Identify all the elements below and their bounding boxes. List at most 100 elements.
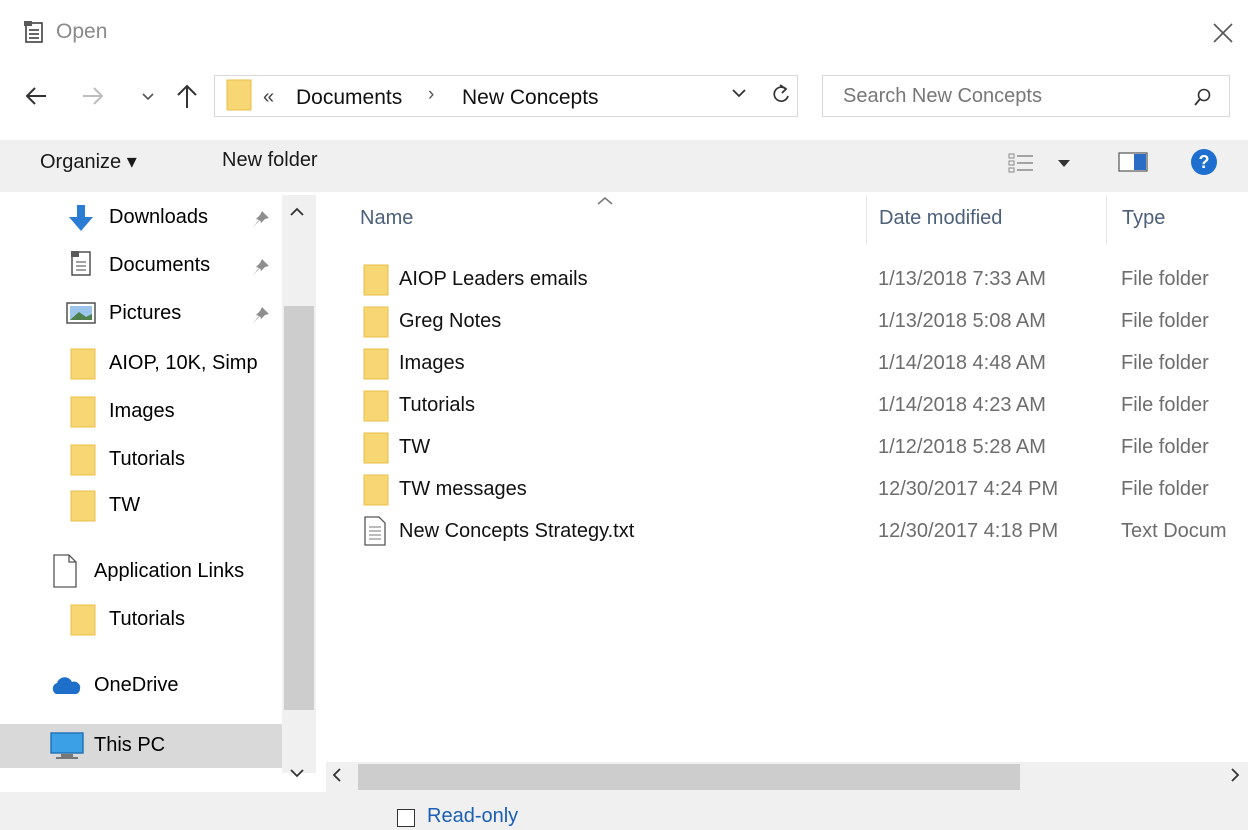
file-date-modified: 12/30/2017 4:18 PM <box>878 520 1059 542</box>
folder-icon <box>363 474 389 506</box>
folder-icon <box>363 264 389 296</box>
file-name: Images <box>399 352 465 374</box>
file-name: TW messages <box>399 478 527 500</box>
file-date-modified: 1/13/2018 5:08 AM <box>878 310 1046 332</box>
file-row[interactable]: TW 1/12/2018 5:28 AM File folder <box>355 426 1248 468</box>
file-row[interactable]: Tutorials 1/14/2018 4:23 AM File folder <box>355 384 1248 426</box>
sidebar-item-tutorials-2[interactable]: Tutorials <box>0 598 282 642</box>
sidebar-item-pictures[interactable]: Pictures <box>0 292 282 336</box>
sidebar-item-label: OneDrive <box>94 674 179 696</box>
chevron-down-icon <box>142 93 154 101</box>
search-icon[interactable] <box>1193 87 1213 107</box>
preview-pane-button[interactable] <box>1118 152 1148 172</box>
address-overflow-chevron[interactable]: « <box>263 86 274 109</box>
file-type: File folder <box>1121 352 1209 374</box>
onedrive-cloud-icon <box>50 676 82 696</box>
open-dialog-icon <box>22 20 46 44</box>
new-folder-button[interactable]: New folder <box>222 149 318 172</box>
file-type: File folder <box>1121 268 1209 290</box>
address-separator[interactable]: › <box>428 84 434 106</box>
file-date-modified: 1/14/2018 4:23 AM <box>878 394 1046 416</box>
sidebar-item-aiop-10k-simp[interactable]: AIOP, 10K, Simp <box>0 342 282 386</box>
up-arrow-icon <box>177 84 197 108</box>
sidebar-item-label: Tutorials <box>109 608 185 630</box>
sidebar-item-this-pc[interactable]: This PC <box>0 724 282 768</box>
sidebar-item-label: TW <box>109 494 141 516</box>
sidebar-item-label: Application Links <box>94 560 245 582</box>
sidebar-scroll-down-button[interactable] <box>288 766 306 780</box>
dialog-footer <box>0 792 1248 830</box>
sidebar-item-label: AIOP, 10K, Simp <box>109 352 258 374</box>
column-divider[interactable] <box>1106 196 1107 244</box>
back-button[interactable] <box>24 84 48 108</box>
close-button[interactable] <box>1208 18 1238 48</box>
chevron-down-icon <box>290 769 304 778</box>
file-name: AIOP Leaders emails <box>399 268 588 290</box>
file-row[interactable]: TW messages 12/30/2017 4:24 PM File fold… <box>355 468 1248 510</box>
read-only-label[interactable]: Read-only <box>427 805 518 828</box>
sidebar-item-label: Downloads <box>109 206 208 228</box>
refresh-icon <box>773 84 789 102</box>
up-button[interactable] <box>175 83 199 109</box>
folder-icon <box>363 390 389 422</box>
file-row[interactable]: Greg Notes 1/13/2018 5:08 AM File folder <box>355 300 1248 342</box>
file-row[interactable]: Images 1/14/2018 4:48 AM File folder <box>355 342 1248 384</box>
pin-icon[interactable] <box>252 210 270 228</box>
read-only-checkbox[interactable] <box>397 809 415 827</box>
folder-icon <box>70 604 96 636</box>
help-button[interactable]: ? <box>1190 148 1218 176</box>
file-name: Tutorials <box>399 394 475 416</box>
address-segment-documents[interactable]: Documents <box>296 86 402 110</box>
refresh-button[interactable] <box>770 82 792 106</box>
column-header-name[interactable]: Name <box>360 207 413 230</box>
sidebar-item-tw[interactable]: TW <box>0 484 282 528</box>
column-header-date-modified[interactable]: Date modified <box>879 207 1002 230</box>
file-list-scrollbar-thumb[interactable] <box>358 764 1020 790</box>
sidebar-item-images[interactable]: Images <box>0 390 282 434</box>
address-segment-new-concepts[interactable]: New Concepts <box>462 86 599 110</box>
recent-locations-button[interactable] <box>141 92 155 102</box>
preview-pane-icon <box>1118 152 1148 172</box>
sidebar-item-label: Pictures <box>109 302 182 324</box>
scroll-right-button[interactable] <box>1228 766 1242 784</box>
search-input[interactable] <box>843 84 1173 108</box>
window-title: Open <box>56 20 108 43</box>
column-header-type[interactable]: Type <box>1122 207 1165 230</box>
address-dropdown-button[interactable] <box>730 84 748 102</box>
text-file-icon <box>363 516 387 546</box>
file-type: File folder <box>1121 436 1209 458</box>
sidebar-item-label: Tutorials <box>109 448 185 470</box>
sidebar-item-onedrive[interactable]: OneDrive <box>0 664 282 708</box>
folder-icon <box>70 348 96 380</box>
sidebar-item-application-links[interactable]: Application Links <box>0 550 282 594</box>
sidebar-scroll-up-button[interactable] <box>288 205 306 219</box>
folder-icon <box>363 348 389 380</box>
folder-icon <box>363 306 389 338</box>
file-row[interactable]: New Concepts Strategy.txt 12/30/2017 4:1… <box>355 510 1248 552</box>
back-arrow-icon <box>25 87 46 105</box>
details-view-icon <box>1008 153 1070 173</box>
sidebar-item-documents[interactable]: Documents <box>0 244 282 288</box>
file-name: TW <box>399 436 431 458</box>
organize-button[interactable]: Organize ▾ <box>40 149 137 174</box>
pin-icon[interactable] <box>252 258 270 276</box>
chevron-up-icon <box>290 207 304 216</box>
search-box[interactable] <box>822 75 1230 117</box>
documents-icon <box>70 250 94 278</box>
scroll-left-button[interactable] <box>330 766 344 784</box>
forward-button[interactable] <box>82 86 104 106</box>
file-type: File folder <box>1121 394 1209 416</box>
sidebar-item-downloads[interactable]: Downloads <box>0 196 282 240</box>
file-type: Text Docum <box>1121 520 1227 542</box>
pictures-icon <box>66 302 96 324</box>
file-row[interactable]: AIOP Leaders emails 1/13/2018 7:33 AM Fi… <box>355 258 1248 300</box>
sidebar-item-tutorials[interactable]: Tutorials <box>0 438 282 482</box>
chevron-right-icon <box>1231 768 1240 782</box>
file-date-modified: 12/30/2017 4:24 PM <box>878 478 1059 500</box>
view-options-button[interactable] <box>1008 152 1076 174</box>
column-divider[interactable] <box>866 196 867 244</box>
sidebar-scrollbar-thumb[interactable] <box>284 306 314 710</box>
pin-icon[interactable] <box>252 306 270 324</box>
file-type: File folder <box>1121 478 1209 500</box>
file-date-modified: 1/13/2018 7:33 AM <box>878 268 1046 290</box>
